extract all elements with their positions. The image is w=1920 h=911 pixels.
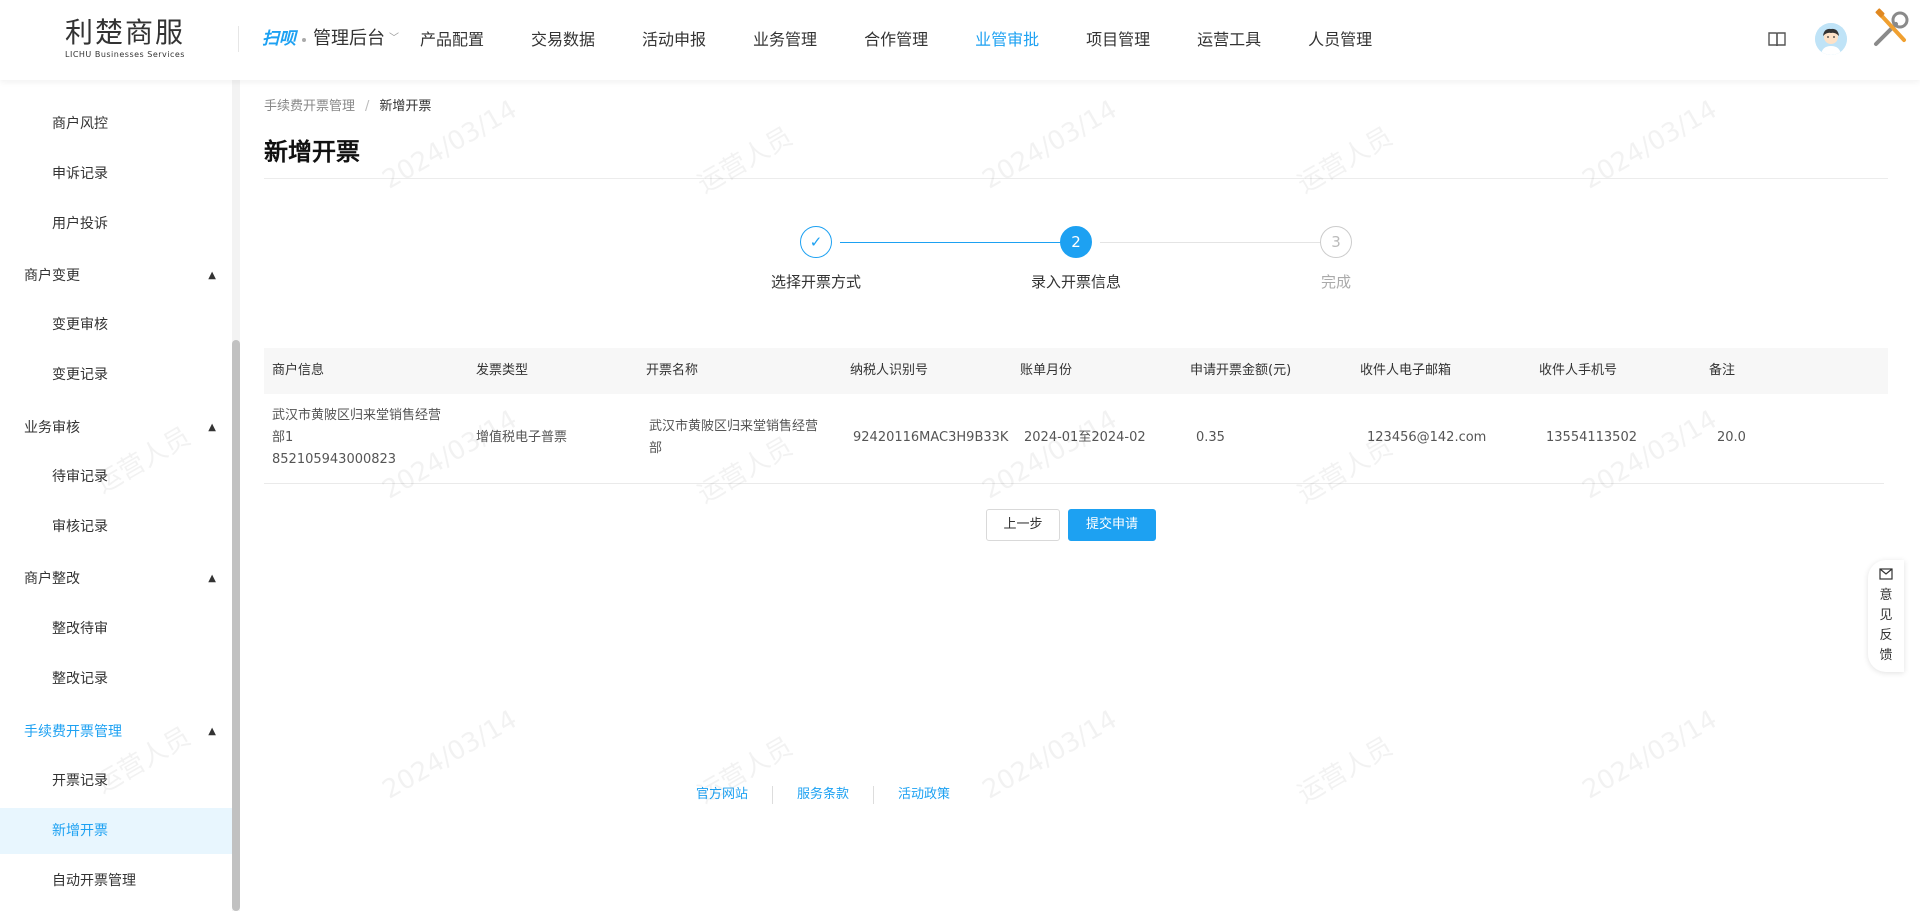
user-avatar-icon (1815, 23, 1847, 55)
sidebar-group-fee-invoice[interactable]: 手续费开票管理 ▲ (0, 709, 232, 755)
nav-item-partner-mgmt[interactable]: 合作管理 (864, 22, 928, 58)
brand-dot (302, 38, 306, 42)
sidebar-item-rectify-pending[interactable]: 整改待审 (0, 606, 232, 652)
nav-item-staff-mgmt[interactable]: 人员管理 (1308, 22, 1372, 58)
nav-item-product-config[interactable]: 产品配置 (420, 22, 484, 58)
cell-email: 123456@142.com (1367, 430, 1487, 445)
step-connector-done (840, 242, 1064, 243)
nav-item-business-mgmt[interactable]: 业务管理 (753, 22, 817, 58)
footer-link-activity-policy[interactable]: 活动政策 (873, 786, 974, 804)
step-1-check-icon: ✓ (800, 226, 832, 258)
sidebar-item-rectify-records[interactable]: 整改记录 (0, 656, 232, 702)
header-divider (238, 26, 239, 52)
nav-item-project-mgmt[interactable]: 项目管理 (1086, 22, 1150, 58)
title-divider (264, 178, 1888, 179)
col-amount: 申请开票金额(元) (1190, 363, 1292, 378)
sidebar-group-business-review[interactable]: 业务审核 ▲ (0, 405, 232, 451)
chevron-up-icon: ▲ (208, 270, 216, 281)
chevron-up-icon: ▲ (208, 726, 216, 737)
system-switcher-label: 管理后台 (313, 28, 385, 49)
nav-item-trade-data[interactable]: 交易数据 (531, 22, 595, 58)
sidebar-scrollbar-thumb[interactable] (232, 340, 240, 911)
breadcrumb: 手续费开票管理 / 新增开票 (264, 98, 431, 116)
cell-amount: 0.35 (1196, 430, 1225, 445)
sidebar-item-auto-invoice[interactable]: 自动开票管理 (0, 858, 232, 904)
sidebar-group-merchant-rectify[interactable]: 商户整改 ▲ (0, 556, 232, 602)
step-3-marker: 3 (1320, 226, 1352, 258)
cell-bill-month: 2024-01至2024-02 (1024, 430, 1146, 445)
col-invoice-type: 发票类型 (476, 363, 529, 378)
prev-step-button[interactable]: 上一步 (986, 509, 1060, 541)
chevron-up-icon: ▲ (208, 422, 216, 433)
sidebar-group-label: 手续费开票管理 (24, 724, 122, 740)
chevron-down-icon: ﹀ (389, 33, 399, 44)
breadcrumb-current: 新增开票 (379, 99, 432, 114)
footer-link-official-site[interactable]: 官方网站 (672, 786, 772, 804)
chevron-up-icon: ▲ (208, 573, 216, 584)
cell-invoice-name: 武汉市黄陂区归来堂销售经营 部 (649, 416, 845, 460)
sidebar-item-user-complaints[interactable]: 用户投诉 (0, 201, 232, 247)
top-header: 利楚商服 LICHU Businesses Services 扫呗 管理后台 ﹀… (0, 0, 1920, 80)
cell-remark: 20.0 (1717, 430, 1746, 445)
logo-text: 利楚商服 (64, 16, 185, 49)
cell-tax-id: 92420116MAC3H9B33K (853, 430, 1009, 445)
feedback-tab[interactable]: 意见反馈 (1868, 560, 1904, 672)
system-switcher[interactable]: 管理后台 ﹀ (313, 26, 399, 52)
sidebar-group-label: 商户整改 (24, 571, 80, 587)
sidebar-item-merchant-risk[interactable]: 商户风控 (0, 101, 232, 147)
sidebar-item-invoice-records[interactable]: 开票记录 (0, 758, 232, 804)
sidebar-group-label: 业务审核 (24, 420, 80, 436)
book-icon[interactable] (1767, 29, 1787, 49)
sidebar: 商户风控 申诉记录 用户投诉 商户变更 ▲ 变更审核 变更记录 业务审核 ▲ 待… (0, 80, 232, 911)
feedback-label: 意见反馈 (1879, 588, 1893, 663)
col-bill-month: 账单月份 (1020, 363, 1073, 378)
logo[interactable]: 利楚商服 LICHU Businesses Services (60, 16, 190, 60)
merchant-id: 852105943000823 (272, 452, 397, 467)
merchant-name-line1: 武汉市黄陂区归来堂销售经营 (272, 408, 442, 423)
breadcrumb-separator: / (365, 99, 370, 114)
tools-icon[interactable] (1870, 6, 1914, 50)
sidebar-item-appeal-records[interactable]: 申诉记录 (0, 151, 232, 197)
table-header: 商户信息 发票类型 开票名称 纳税人识别号 账单月份 申请开票金额(元) 收件人… (264, 348, 1888, 394)
invoice-name-line2: 部 (649, 441, 663, 456)
col-merchant-info: 商户信息 (272, 363, 325, 378)
avatar[interactable] (1815, 23, 1847, 55)
nav-item-approval[interactable]: 业管审批 (975, 22, 1039, 58)
merchant-name-line2: 部1 (272, 430, 294, 445)
col-tax-id: 纳税人识别号 (850, 363, 929, 378)
col-remark: 备注 (1709, 363, 1736, 378)
step-1-label: 选择开票方式 (770, 273, 861, 291)
submit-button[interactable]: 提交申请 (1068, 509, 1156, 541)
sidebar-item-review-records[interactable]: 审核记录 (0, 504, 232, 550)
footer-links: 官方网站 服务条款 活动政策 (672, 786, 974, 804)
mail-icon (1879, 568, 1893, 580)
cell-merchant-info: 武汉市黄陂区归来堂销售经营 部1 852105943000823 (272, 405, 468, 471)
sidebar-item-change-review[interactable]: 变更审核 (0, 302, 232, 348)
sidebar-item-new-invoice[interactable]: 新增开票 (0, 808, 232, 854)
col-email: 收件人电子邮箱 (1360, 363, 1452, 378)
logo-subtext: LICHU Businesses Services (65, 50, 185, 59)
sidebar-item-pending-review[interactable]: 待审记录 (0, 454, 232, 500)
page-title: 新增开票 (264, 138, 360, 166)
step-2-label: 录入开票信息 (1030, 273, 1121, 291)
step-connector-pending (1100, 242, 1324, 243)
nav-item-activity-report[interactable]: 活动申报 (642, 22, 706, 58)
footer-link-terms[interactable]: 服务条款 (772, 786, 873, 804)
invoice-name-line1: 武汉市黄陂区归来堂销售经营 (649, 419, 819, 434)
breadcrumb-parent[interactable]: 手续费开票管理 (264, 99, 355, 114)
step-2-marker: 2 (1060, 226, 1092, 258)
main-content: 手续费开票管理 / 新增开票 新增开票 ✓ 2 3 选择开票方式 录入开票信息 完成… (264, 80, 1888, 911)
sidebar-item-change-records[interactable]: 变更记录 (0, 352, 232, 398)
col-phone: 收件人手机号 (1539, 363, 1618, 378)
step-3-label: 完成 (1320, 273, 1351, 291)
nav-item-ops-tools[interactable]: 运营工具 (1197, 22, 1261, 58)
cell-invoice-type: 增值税电子普票 (476, 430, 568, 445)
sidebar-group-merchant-change[interactable]: 商户变更 ▲ (0, 253, 232, 299)
cell-phone: 13554113502 (1546, 430, 1637, 445)
sidebar-group-label: 商户变更 (24, 268, 80, 284)
table-row: 武汉市黄陂区归来堂销售经营 部1 852105943000823 增值税电子普票… (264, 394, 1884, 484)
col-invoice-name: 开票名称 (646, 363, 699, 378)
top-nav: 产品配置 交易数据 活动申报 业务管理 合作管理 业管审批 项目管理 运营工具 … (420, 22, 1419, 58)
brand-mini-logo: 扫呗 (262, 29, 296, 49)
